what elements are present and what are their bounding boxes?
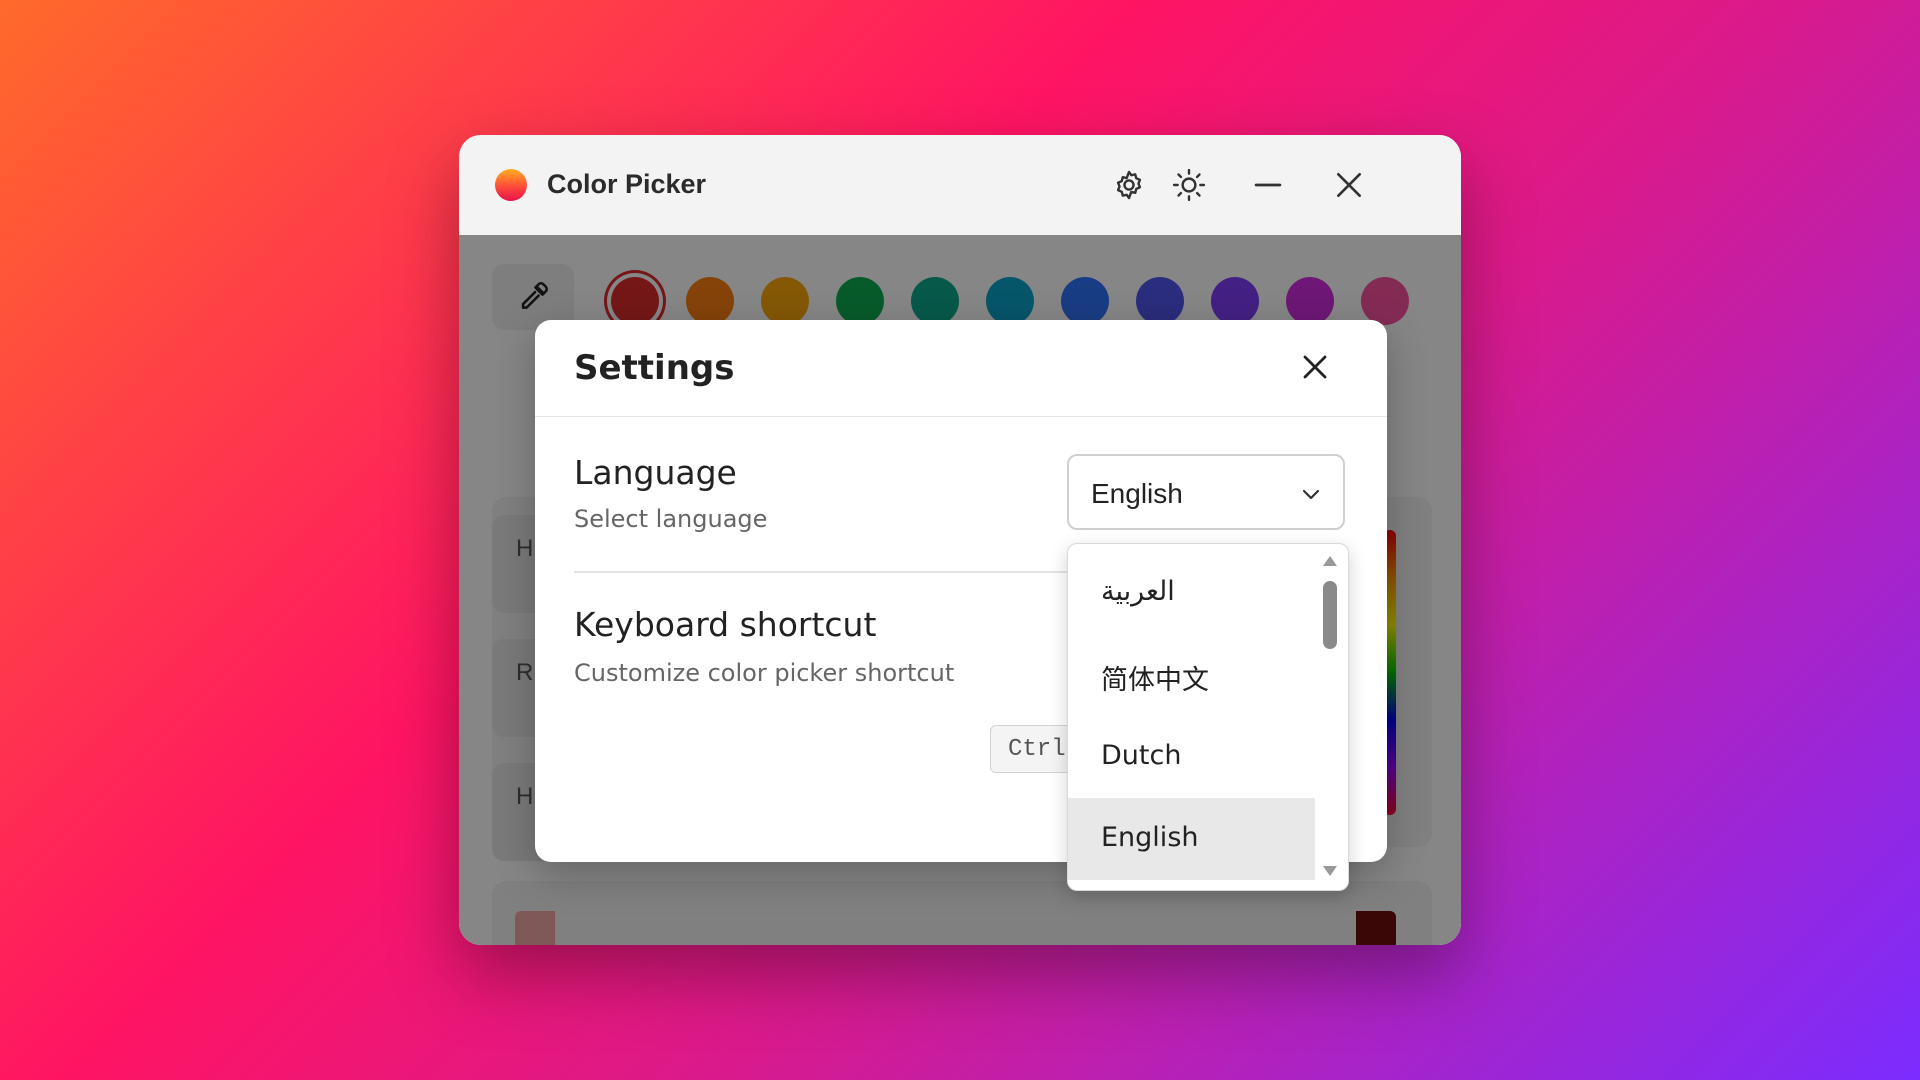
language-option-english[interactable]: English xyxy=(1068,798,1315,880)
dialog-title: Settings xyxy=(574,348,735,388)
gear-icon xyxy=(1116,170,1142,200)
close-icon xyxy=(1337,173,1361,197)
chevron-down-icon xyxy=(1302,489,1320,500)
scroll-down-arrow-icon[interactable] xyxy=(1321,864,1339,878)
theme-toggle-button[interactable] xyxy=(1167,163,1211,207)
sun-icon xyxy=(1172,168,1206,202)
app-title: Color Picker xyxy=(547,169,707,199)
shortcut-label: Keyboard shortcut xyxy=(574,605,877,644)
shortcut-description: Customize color picker shortcut xyxy=(574,659,955,687)
scrollbar-thumb[interactable] xyxy=(1323,581,1337,649)
close-window-button[interactable] xyxy=(1327,163,1371,207)
scroll-up-arrow-icon[interactable] xyxy=(1321,554,1339,568)
language-select[interactable]: English xyxy=(1067,454,1345,530)
close-icon xyxy=(1303,355,1327,379)
option-label: العربية xyxy=(1101,576,1175,607)
option-label: 简体中文 xyxy=(1101,665,1209,696)
language-option-arabic[interactable]: العربية xyxy=(1068,552,1315,634)
language-option-dutch[interactable]: Dutch xyxy=(1068,716,1315,798)
language-dropdown-list[interactable]: العربية 简体中文 Dutch English xyxy=(1067,543,1349,891)
language-select-value: English xyxy=(1091,478,1183,509)
divider xyxy=(574,571,1114,573)
settings-button[interactable] xyxy=(1107,163,1151,207)
minimize-button[interactable] xyxy=(1246,163,1290,207)
language-option-chinese[interactable]: 简体中文 xyxy=(1068,634,1315,716)
option-label: English xyxy=(1101,822,1199,853)
dialog-close-button[interactable] xyxy=(1292,344,1338,390)
app-logo-icon xyxy=(495,169,527,201)
language-description: Select language xyxy=(574,505,768,533)
shortcut-value: Ctrl xyxy=(1008,736,1066,763)
language-label: Language xyxy=(574,453,737,492)
option-label: Dutch xyxy=(1101,740,1182,771)
title-bar: Color Picker xyxy=(459,135,1461,235)
minimize-icon xyxy=(1254,183,1282,187)
dialog-header: Settings xyxy=(535,320,1387,417)
